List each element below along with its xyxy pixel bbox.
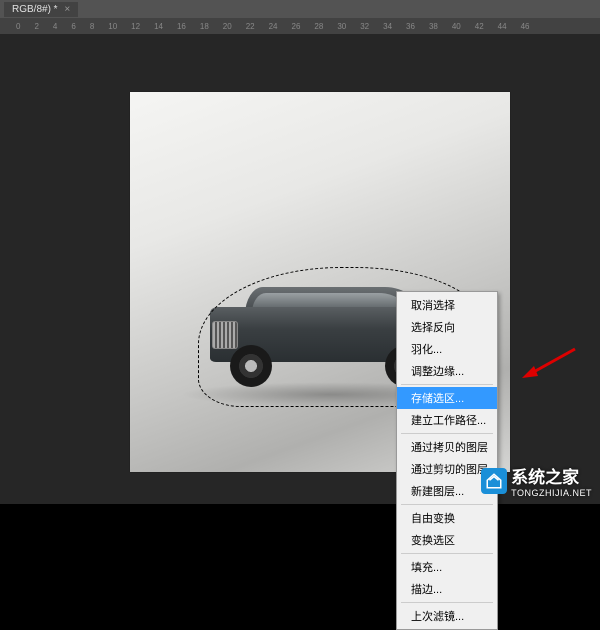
menu-save-selection[interactable]: 存储选区... bbox=[397, 387, 497, 409]
menu-separator bbox=[401, 504, 493, 505]
close-icon[interactable]: × bbox=[64, 4, 70, 15]
house-icon bbox=[481, 468, 507, 494]
document-tab[interactable]: RGB/8#) * × bbox=[4, 2, 78, 17]
workspace: 取消选择 选择反向 羽化... 调整边缘... 存储选区... 建立工作路径..… bbox=[0, 34, 600, 504]
watermark-brand: 系统之家 bbox=[511, 468, 579, 487]
menu-stroke[interactable]: 描边... bbox=[397, 578, 497, 600]
menu-free-transform[interactable]: 自由变换 bbox=[397, 507, 497, 529]
menu-last-filter[interactable]: 上次滤镜... bbox=[397, 605, 497, 627]
menu-separator bbox=[401, 553, 493, 554]
annotation-arrow-icon bbox=[520, 344, 580, 384]
context-menu: 取消选择 选择反向 羽化... 调整边缘... 存储选区... 建立工作路径..… bbox=[396, 291, 498, 630]
tab-label: RGB/8#) * bbox=[12, 4, 58, 15]
menu-inverse[interactable]: 选择反向 bbox=[397, 316, 497, 338]
watermark-url: TONGZHIJIA.NET bbox=[511, 488, 592, 498]
menu-transform-selection[interactable]: 变换选区 bbox=[397, 529, 497, 551]
menu-layer-via-copy[interactable]: 通过拷贝的图层 bbox=[397, 436, 497, 458]
menu-separator bbox=[401, 384, 493, 385]
watermark: 系统之家 TONGZHIJIA.NET bbox=[481, 463, 592, 498]
menu-make-work-path[interactable]: 建立工作路径... bbox=[397, 409, 497, 431]
horizontal-ruler: 024 6810 121416 182022 242628 303234 363… bbox=[0, 18, 600, 34]
menu-fill[interactable]: 填充... bbox=[397, 556, 497, 578]
menu-deselect[interactable]: 取消选择 bbox=[397, 294, 497, 316]
menu-refine-edge[interactable]: 调整边缘... bbox=[397, 360, 497, 382]
menu-separator bbox=[401, 433, 493, 434]
menu-feather[interactable]: 羽化... bbox=[397, 338, 497, 360]
menu-separator bbox=[401, 602, 493, 603]
app-bar: RGB/8#) * × bbox=[0, 0, 600, 18]
